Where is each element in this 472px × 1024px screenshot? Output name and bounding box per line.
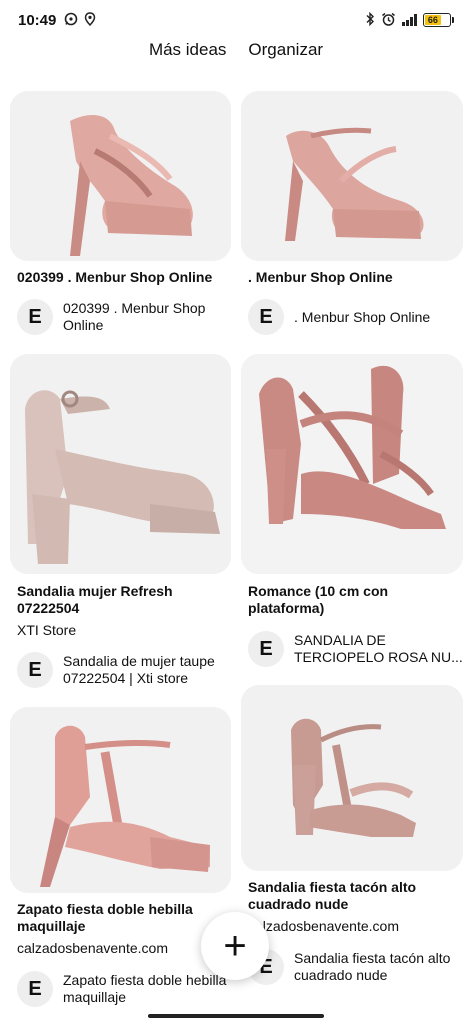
avatar[interactable]: E — [17, 971, 53, 1007]
pin-title-3[interactable]: Sandalia mujer Refresh 07222504 — [17, 583, 217, 617]
avatar[interactable]: E — [17, 652, 53, 688]
avatar[interactable]: E — [248, 631, 284, 667]
pin-source-5[interactable]: calzadosbenavente.com — [17, 940, 232, 957]
pin-attribution-3[interactable]: E Sandalia de mujer taupe 07222504 | Xti… — [17, 652, 239, 688]
tab-organize[interactable]: Organizar — [248, 40, 323, 66]
pin-title-5[interactable]: Zapato fiesta doble hebilla maquillaje — [17, 901, 217, 935]
whatsapp-icon — [64, 12, 78, 28]
home-indicator[interactable] — [148, 1014, 324, 1018]
attribution-text: Zapato fiesta doble hebilla maquillaje — [63, 972, 227, 1005]
alarm-icon — [381, 12, 396, 29]
pin-source-6[interactable]: calzadosbenavente.com — [248, 918, 463, 935]
status-time: 10:49 — [18, 11, 57, 29]
avatar[interactable]: E — [17, 299, 53, 335]
pin-title-4[interactable]: Romance (10 cm con plataforma) — [248, 583, 448, 617]
pin-image-2[interactable] — [241, 91, 463, 261]
pin-image-6[interactable] — [241, 685, 463, 871]
attribution-text: 020399 . Menbur Shop Online — [63, 300, 206, 333]
pin-image-1[interactable] — [10, 91, 231, 261]
status-bar: 10:49 66 — [0, 0, 472, 40]
pin-attribution-2[interactable]: E . Menbur Shop Online — [248, 299, 470, 335]
avatar[interactable]: E — [248, 299, 284, 335]
status-notification-icons — [64, 12, 96, 28]
pin-attribution-6[interactable]: E Sandalia fiesta tacón alto cuadrado nu… — [248, 949, 470, 985]
pin-image-5[interactable] — [10, 707, 231, 893]
add-button[interactable]: + — [201, 912, 269, 980]
attribution-text: Sandalia de mujer taupe 07222504 | Xti s… — [63, 653, 215, 686]
signal-icon — [402, 14, 417, 26]
pin-title-2[interactable]: . Menbur Shop Online — [248, 269, 463, 286]
location-icon — [84, 12, 96, 28]
pin-image-4[interactable] — [241, 354, 463, 574]
bluetooth-icon — [365, 11, 375, 28]
pin-source-3[interactable]: XTI Store — [17, 622, 232, 639]
attribution-text: . Menbur Shop Online — [294, 308, 431, 325]
pin-title-6[interactable]: Sandalia fiesta tacón alto cuadrado nude — [248, 879, 438, 913]
attribution-text: Sandalia fiesta tacón alto cuadrado nude — [294, 950, 451, 983]
tab-more-ideas[interactable]: Más ideas — [149, 40, 226, 66]
pin-image-3[interactable] — [10, 354, 231, 574]
battery-icon: 66 — [423, 13, 454, 27]
battery-level: 66 — [425, 15, 441, 25]
status-system-icons: 66 — [365, 11, 454, 29]
plus-icon: + — [223, 924, 247, 968]
top-tabs: Más ideas Organizar — [0, 40, 472, 66]
pin-attribution-4[interactable]: E SANDALIA DE TERCIOPELO ROSA NU... — [248, 631, 470, 667]
pin-title-1[interactable]: 020399 . Menbur Shop Online — [17, 269, 232, 286]
pin-attribution-1[interactable]: E 020399 . Menbur Shop Online — [17, 299, 239, 335]
attribution-text: SANDALIA DE TERCIOPELO ROSA NU... — [294, 632, 463, 665]
pin-attribution-5[interactable]: E Zapato fiesta doble hebilla maquillaje — [17, 971, 239, 1007]
